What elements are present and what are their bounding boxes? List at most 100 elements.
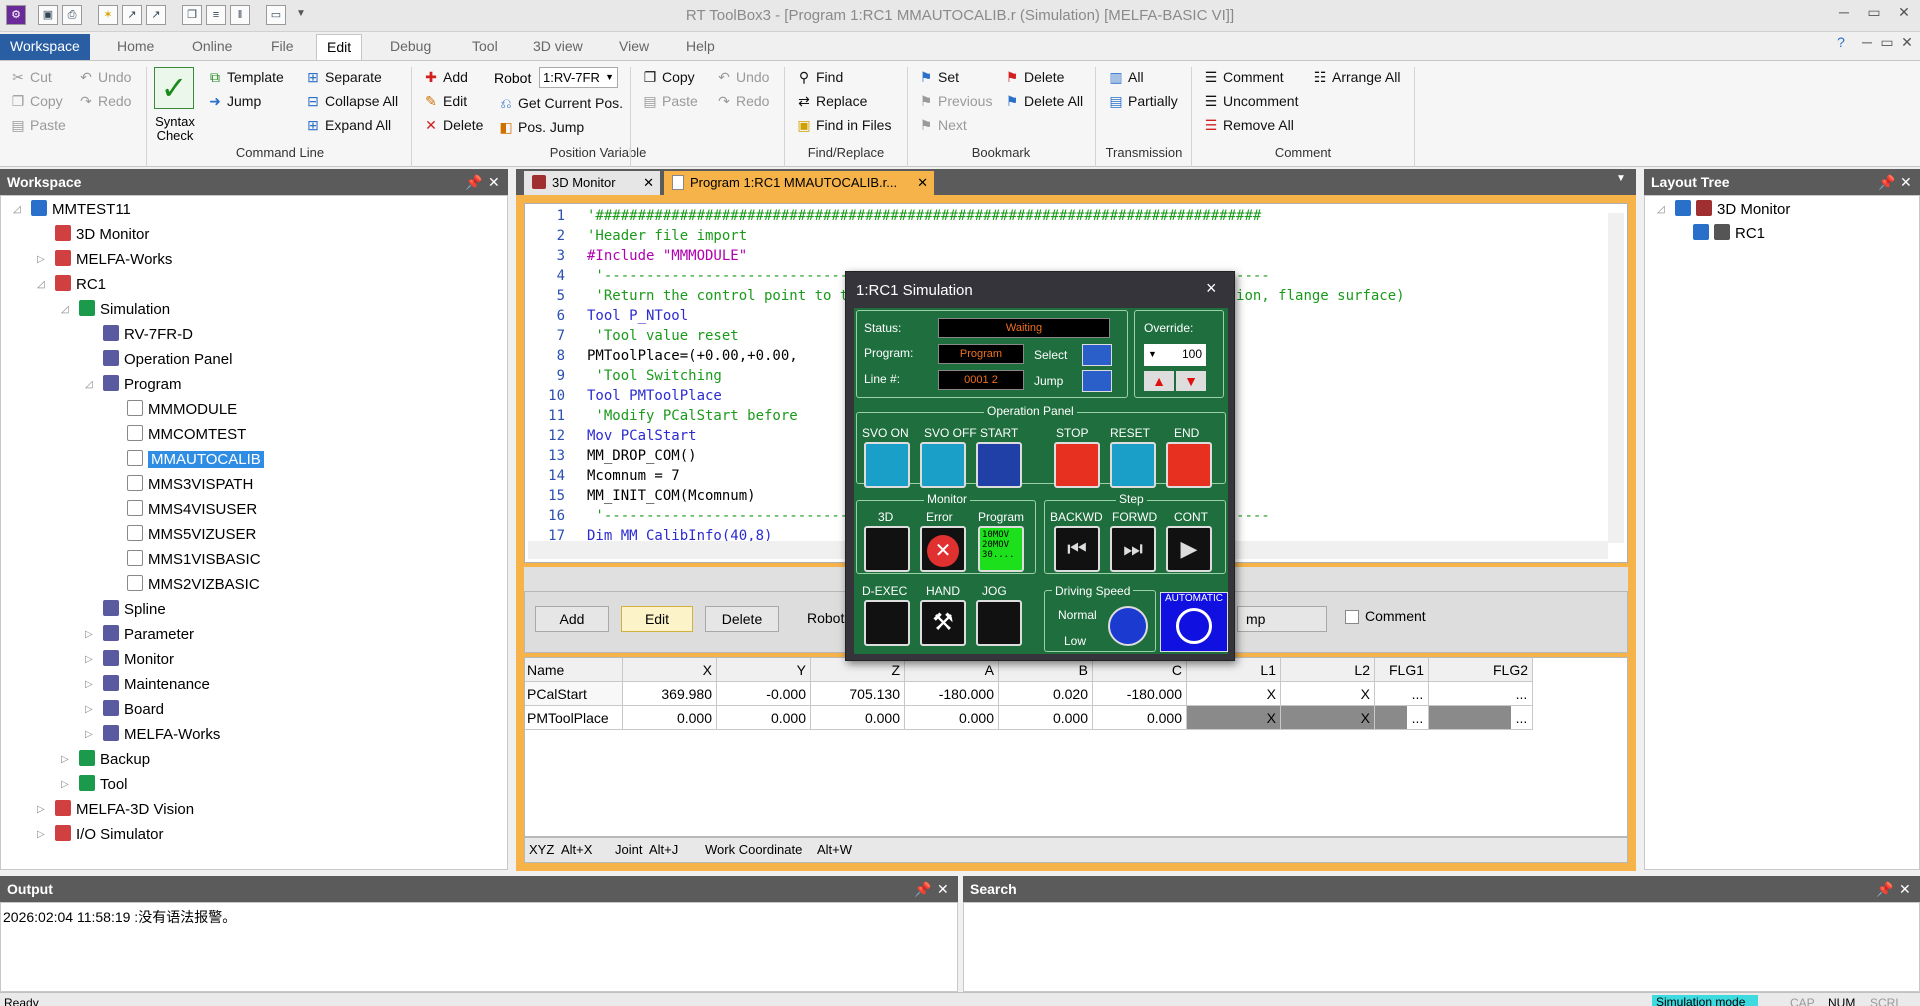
expand-all-button[interactable]: ⊞ Expand All bbox=[303, 114, 391, 136]
svo-on-button[interactable] bbox=[864, 442, 910, 488]
editor-vscrollbar[interactable] bbox=[1608, 213, 1624, 543]
close-panel-icon[interactable]: ✕ bbox=[488, 169, 500, 195]
paste-button[interactable]: ▤ Paste bbox=[8, 114, 65, 136]
posvar-add-button[interactable]: Add bbox=[535, 606, 609, 632]
table-cell[interactable]: 0.000 bbox=[905, 706, 999, 730]
table-header-cell[interactable]: FLG1 bbox=[1375, 658, 1429, 682]
bookmark-previous-button[interactable]: ⚑ Previous bbox=[916, 90, 993, 112]
pos-add-button[interactable]: ✚ Add bbox=[421, 66, 468, 88]
expand-icon[interactable]: ▷ bbox=[37, 248, 45, 272]
tab-help[interactable]: Help bbox=[676, 34, 725, 60]
expand-icon[interactable]: ▷ bbox=[85, 648, 93, 672]
pos-jump-button[interactable]: ◧ Pos. Jump bbox=[496, 116, 584, 138]
step-forward-button[interactable]: ⏭ bbox=[1110, 526, 1156, 572]
hand-button[interactable]: ⚒ bbox=[920, 600, 966, 646]
table-header-cell[interactable]: X bbox=[623, 658, 717, 682]
expand-icon[interactable]: ▷ bbox=[61, 773, 69, 797]
separate-button[interactable]: ⊞ Separate bbox=[303, 66, 382, 88]
table-header-cell[interactable]: C bbox=[1093, 658, 1187, 682]
d-exec-button[interactable] bbox=[864, 600, 910, 646]
coord-tab[interactable]: XYZ bbox=[529, 842, 554, 857]
svo-off-button[interactable] bbox=[920, 442, 966, 488]
bookmark-delete-button[interactable]: ⚑ Delete bbox=[1002, 66, 1065, 88]
table-cell[interactable]: -0.000 bbox=[717, 682, 811, 706]
table-header-cell[interactable]: A bbox=[905, 658, 999, 682]
copy-button[interactable]: ❐ Copy bbox=[8, 90, 63, 112]
monitor-3d-button[interactable] bbox=[864, 526, 910, 572]
pin-icon[interactable]: 📌 bbox=[914, 876, 931, 902]
tree-item[interactable]: ▷ Parameter bbox=[85, 623, 194, 647]
tab-3d-view[interactable]: 3D view bbox=[523, 34, 593, 60]
tree-item[interactable]: MMAUTOCALIB bbox=[127, 448, 264, 472]
tab-list-chevron-icon[interactable]: ▼ bbox=[1616, 173, 1626, 184]
table-cell[interactable]: 0.000 bbox=[811, 706, 905, 730]
help-icon[interactable]: ? bbox=[1830, 34, 1852, 50]
bookmark-set-button[interactable]: ⚑ Set bbox=[916, 66, 959, 88]
close-panel-icon[interactable]: ✕ bbox=[1899, 876, 1911, 902]
tree-item[interactable]: MMS5VIZUSER bbox=[127, 523, 256, 547]
minimize-button[interactable]: ─ bbox=[1833, 4, 1855, 20]
tree-item[interactable]: ◿ RC1 bbox=[37, 273, 106, 297]
edit-copy-button[interactable]: ❐ Copy bbox=[640, 66, 695, 88]
edit-undo-button[interactable]: ↶ Undo bbox=[714, 66, 769, 88]
robot-select[interactable]: 1:RV-7FR ▼ bbox=[539, 67, 618, 88]
table-cell[interactable]: X bbox=[1281, 682, 1375, 706]
collapse-icon[interactable]: ◿ bbox=[37, 273, 45, 297]
table-cell[interactable]: PCalStart bbox=[525, 682, 623, 706]
expand-icon[interactable]: ▷ bbox=[61, 748, 69, 772]
stop-button[interactable] bbox=[1054, 442, 1100, 488]
pos-delete-button[interactable]: ✕ Delete bbox=[421, 114, 483, 136]
collapse-icon[interactable]: ◿ bbox=[1657, 198, 1665, 222]
comment-button[interactable]: ☰ Comment bbox=[1201, 66, 1284, 88]
collapse-icon[interactable]: ◿ bbox=[13, 198, 21, 222]
collapse-all-button[interactable]: ⊟ Collapse All bbox=[303, 90, 398, 112]
table-header-cell[interactable]: Z bbox=[811, 658, 905, 682]
tree-item[interactable]: ▷ Tool bbox=[61, 773, 128, 797]
error-button[interactable]: ✕ bbox=[920, 526, 966, 572]
tree-item[interactable]: Operation Panel bbox=[103, 348, 232, 372]
tab-workspace[interactable]: Workspace bbox=[0, 34, 90, 60]
comment-checkbox[interactable] bbox=[1345, 610, 1359, 624]
syntax-check-button[interactable]: Syntax Check bbox=[150, 115, 200, 143]
close-window-button[interactable]: ✕ bbox=[1893, 4, 1915, 21]
tree-item[interactable]: MMS1VISBASIC bbox=[127, 548, 261, 572]
remove-all-comments-button[interactable]: ☰ Remove All bbox=[1201, 114, 1294, 136]
restore-button[interactable]: ▭ bbox=[1863, 4, 1885, 21]
tab-home[interactable]: Home bbox=[107, 34, 164, 60]
checkbox-checked-icon[interactable] bbox=[1693, 224, 1709, 240]
layout-item-rc1[interactable]: RC1 bbox=[1693, 222, 1765, 246]
posvar-edit-button[interactable]: Edit bbox=[621, 606, 693, 632]
table-header-cell[interactable]: B bbox=[999, 658, 1093, 682]
table-header-cell[interactable]: L1 bbox=[1187, 658, 1281, 682]
override-down-button[interactable]: ▼ bbox=[1176, 371, 1206, 391]
override-input[interactable]: ▼ 100 bbox=[1144, 344, 1206, 366]
tree-item[interactable]: ▷ MELFA-3D Vision bbox=[37, 798, 194, 822]
transmission-all-button[interactable]: ▥ All bbox=[1106, 66, 1143, 88]
override-up-button[interactable]: ▲ bbox=[1144, 371, 1174, 391]
tree-item[interactable]: ▷ MELFA-Works bbox=[85, 723, 220, 747]
tab-file[interactable]: File bbox=[261, 34, 304, 60]
tab-view[interactable]: View bbox=[609, 34, 659, 60]
tree-item[interactable]: Spline bbox=[103, 598, 166, 622]
tree-item[interactable]: MMCOMTEST bbox=[127, 423, 246, 447]
ellipsis-button[interactable]: ... bbox=[1407, 682, 1429, 706]
step-backward-button[interactable]: ⏮ bbox=[1054, 526, 1100, 572]
tab-edit[interactable]: Edit bbox=[316, 34, 363, 60]
pos-edit-button[interactable]: ✎ Edit bbox=[421, 90, 467, 112]
table-header-cell[interactable]: FLG2 bbox=[1429, 658, 1533, 682]
pin-icon[interactable]: 📌 bbox=[1878, 169, 1895, 195]
collapse-icon[interactable]: ◿ bbox=[61, 298, 69, 322]
expand-icon[interactable]: ▷ bbox=[85, 623, 93, 647]
find-in-files-button[interactable]: ▣ Find in Files bbox=[794, 114, 891, 136]
tree-item[interactable]: ▷ I/O Simulator bbox=[37, 823, 164, 847]
coord-tab[interactable]: Joint bbox=[615, 842, 642, 857]
table-cell[interactable]: X bbox=[1281, 706, 1375, 730]
close-tab-icon[interactable]: ✕ bbox=[917, 171, 928, 195]
table-header-cell[interactable]: Y bbox=[717, 658, 811, 682]
tab-online[interactable]: Online bbox=[182, 34, 242, 60]
expand-icon[interactable]: ▷ bbox=[85, 698, 93, 722]
start-button[interactable] bbox=[976, 442, 1022, 488]
table-cell[interactable]: X bbox=[1187, 682, 1281, 706]
tree-item[interactable]: ▷ MELFA-Works bbox=[37, 248, 172, 272]
ribbon-close-icon[interactable]: ✕ bbox=[1896, 34, 1918, 51]
